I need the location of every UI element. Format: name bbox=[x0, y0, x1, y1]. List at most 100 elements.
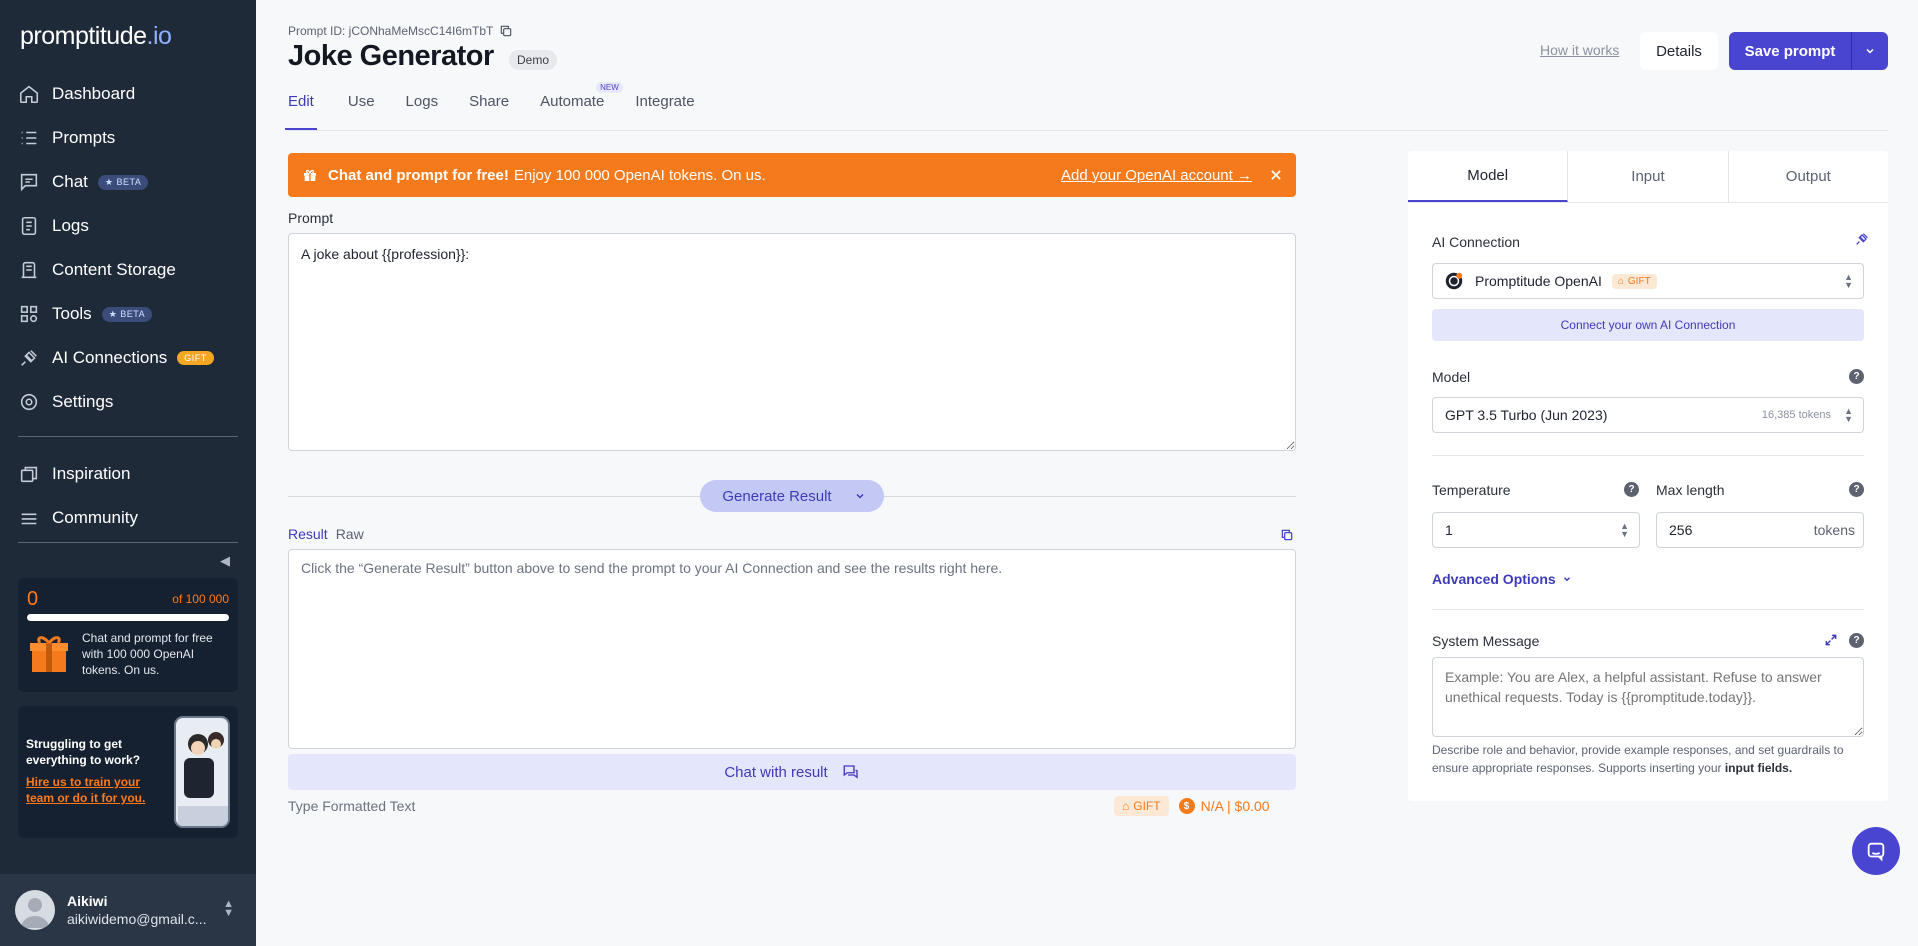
result-tabs: Result Raw bbox=[288, 526, 364, 542]
sidebar-item-settings[interactable]: Settings bbox=[0, 380, 256, 424]
avatar bbox=[15, 890, 55, 930]
badge-text: BETA bbox=[120, 309, 146, 319]
help-icon[interactable]: ? bbox=[1624, 482, 1639, 497]
prompts-icon bbox=[18, 127, 40, 149]
plug-icon[interactable] bbox=[1854, 231, 1870, 247]
community-icon bbox=[18, 507, 40, 529]
sidebar-item-community[interactable]: Community bbox=[0, 496, 256, 540]
copy-result-icon[interactable] bbox=[1280, 528, 1294, 542]
banner-text: Enjoy 100 000 OpenAI tokens. On us. bbox=[513, 166, 766, 184]
temperature-input[interactable]: 1 ▲ ▼ bbox=[1432, 512, 1640, 548]
sidebar-item-inspiration[interactable]: Inspiration bbox=[0, 452, 256, 496]
gift-icon: ⌂ bbox=[1617, 275, 1624, 287]
page-title: Joke Generator bbox=[288, 40, 494, 72]
system-message-description: Describe role and behavior, provide exam… bbox=[1432, 741, 1872, 777]
ai-connection-label: AI Connection bbox=[1432, 234, 1520, 250]
details-button[interactable]: Details bbox=[1640, 32, 1718, 70]
logo-main: promptitude bbox=[20, 22, 147, 50]
sidebar-item-tools[interactable]: Tools ★ BETA bbox=[0, 292, 256, 336]
app-logo[interactable]: promptitude.io bbox=[20, 22, 172, 51]
gift-icon: ⌂ bbox=[1122, 799, 1130, 813]
tab-share[interactable]: Share bbox=[469, 93, 509, 130]
tab-logs[interactable]: Logs bbox=[406, 93, 439, 130]
storage-icon bbox=[18, 259, 40, 281]
ai-connection-select[interactable]: Promptitude OpenAI ⌂ GIFT ▲ ▼ bbox=[1432, 263, 1864, 299]
tab-raw[interactable]: Raw bbox=[336, 526, 364, 542]
add-openai-account-link[interactable]: Add your OpenAI account → bbox=[1061, 167, 1252, 184]
gift-box-icon bbox=[28, 632, 70, 674]
expand-icon[interactable] bbox=[1824, 633, 1838, 647]
save-prompt-button[interactable]: Save prompt bbox=[1729, 32, 1851, 70]
output-type: Type Formatted Text bbox=[288, 798, 416, 814]
tab-integrate[interactable]: Integrate bbox=[635, 93, 694, 130]
free-tokens-banner: Chat and prompt for free! Enjoy 100 000 … bbox=[288, 153, 1296, 197]
help-icon[interactable]: ? bbox=[1849, 482, 1864, 497]
tab-automate[interactable]: Automate NEW bbox=[540, 82, 623, 130]
help-heading: Struggling to get everything to work? bbox=[26, 737, 141, 767]
sidebar-item-content-storage[interactable]: Content Storage bbox=[0, 248, 256, 292]
tab-result[interactable]: Result bbox=[288, 526, 328, 542]
tab-edit[interactable]: Edit bbox=[285, 93, 317, 130]
tab-use[interactable]: Use bbox=[348, 93, 375, 130]
plug-icon bbox=[18, 347, 40, 369]
sidebar-item-logs[interactable]: Logs bbox=[0, 204, 256, 248]
chevron-updown-icon: ▲ ▼ bbox=[1844, 272, 1853, 290]
sidebar-item-prompts[interactable]: Prompts bbox=[0, 116, 256, 160]
ai-connection-value: Promptitude OpenAI bbox=[1475, 273, 1602, 289]
sidebar-item-chat[interactable]: Chat ★ BETA bbox=[0, 160, 256, 204]
model-select[interactable]: GPT 3.5 Turbo (Jun 2023) 16,385 tokens ▲… bbox=[1432, 397, 1864, 433]
sidebar-item-ai-connections[interactable]: AI Connections GIFT bbox=[0, 336, 256, 380]
sidebar: promptitude.io Dashboard Prompts Chat ★ B… bbox=[0, 0, 256, 946]
chevron-down-icon bbox=[1864, 45, 1876, 57]
sidebar-item-dashboard[interactable]: Dashboard bbox=[0, 72, 256, 116]
model-value: GPT 3.5 Turbo (Jun 2023) bbox=[1445, 407, 1608, 423]
gift-badge: ⌂ GIFT bbox=[1611, 273, 1657, 289]
system-message-label: System Message bbox=[1432, 633, 1540, 649]
result-output[interactable]: Click the “Generate Result” button above… bbox=[288, 549, 1296, 749]
prompt-label: Prompt bbox=[288, 210, 334, 226]
logo-tld: .io bbox=[146, 22, 172, 50]
how-it-works-link[interactable]: How it works bbox=[1540, 42, 1619, 58]
sidebar-item-label: Chat bbox=[52, 172, 88, 191]
home-icon bbox=[18, 83, 40, 105]
generate-result-button[interactable]: Generate Result bbox=[700, 480, 884, 512]
collapse-sidebar-icon[interactable]: ◀ bbox=[220, 553, 230, 569]
close-icon[interactable] bbox=[1269, 168, 1283, 182]
prompt-textarea[interactable] bbox=[288, 233, 1296, 451]
max-length-value: 256 bbox=[1669, 522, 1693, 538]
connect-own-ai-button[interactable]: Connect your own AI Connection bbox=[1432, 309, 1864, 341]
hire-us-link[interactable]: Hire us to train your team or do it for … bbox=[26, 774, 151, 806]
tab-input[interactable]: Input bbox=[1568, 151, 1729, 202]
panel-divider bbox=[1432, 609, 1864, 610]
openai-logo-icon bbox=[1445, 272, 1463, 290]
sidebar-item-label: Content Storage bbox=[52, 260, 176, 279]
help-icon[interactable]: ? bbox=[1849, 633, 1864, 648]
new-badge: NEW bbox=[596, 82, 623, 93]
gift-text: GIFT bbox=[1133, 799, 1161, 813]
tokens-info-text: Chat and prompt for free with 100 000 Op… bbox=[82, 631, 213, 677]
tab-output[interactable]: Output bbox=[1729, 151, 1888, 202]
user-menu[interactable]: Aikiwi aikiwidemo@gmail.c... ▲ ▼ bbox=[0, 874, 256, 946]
max-length-input[interactable]: 256 tokens bbox=[1656, 512, 1864, 548]
sidebar-item-label: Prompts bbox=[52, 128, 116, 147]
inspiration-icon bbox=[18, 463, 40, 485]
tabs-divider bbox=[288, 130, 1888, 131]
chat-with-result-button[interactable]: Chat with result bbox=[288, 754, 1296, 790]
save-options-dropdown[interactable] bbox=[1851, 32, 1888, 70]
advanced-options-label: Advanced Options bbox=[1432, 571, 1556, 587]
system-message-textarea[interactable] bbox=[1432, 657, 1864, 737]
help-icon[interactable]: ? bbox=[1849, 369, 1864, 384]
sidebar-item-label: Community bbox=[52, 508, 138, 527]
copy-icon[interactable] bbox=[499, 24, 513, 38]
panel-divider bbox=[1432, 455, 1864, 456]
cost-info: ⌂ GIFT $ N/A | $0.00 bbox=[1114, 796, 1270, 816]
support-chat-button[interactable] bbox=[1852, 827, 1900, 875]
tools-icon bbox=[18, 303, 40, 325]
advanced-options-toggle[interactable]: Advanced Options bbox=[1432, 571, 1572, 587]
tab-model[interactable]: Model bbox=[1408, 151, 1569, 202]
max-length-unit: tokens bbox=[1813, 522, 1855, 538]
chevron-updown-icon[interactable]: ▲ ▼ bbox=[1620, 522, 1629, 539]
tokens-progress-bar bbox=[27, 614, 229, 621]
sidebar-item-label: Dashboard bbox=[52, 84, 136, 103]
chevron-down-icon[interactable] bbox=[854, 490, 866, 502]
